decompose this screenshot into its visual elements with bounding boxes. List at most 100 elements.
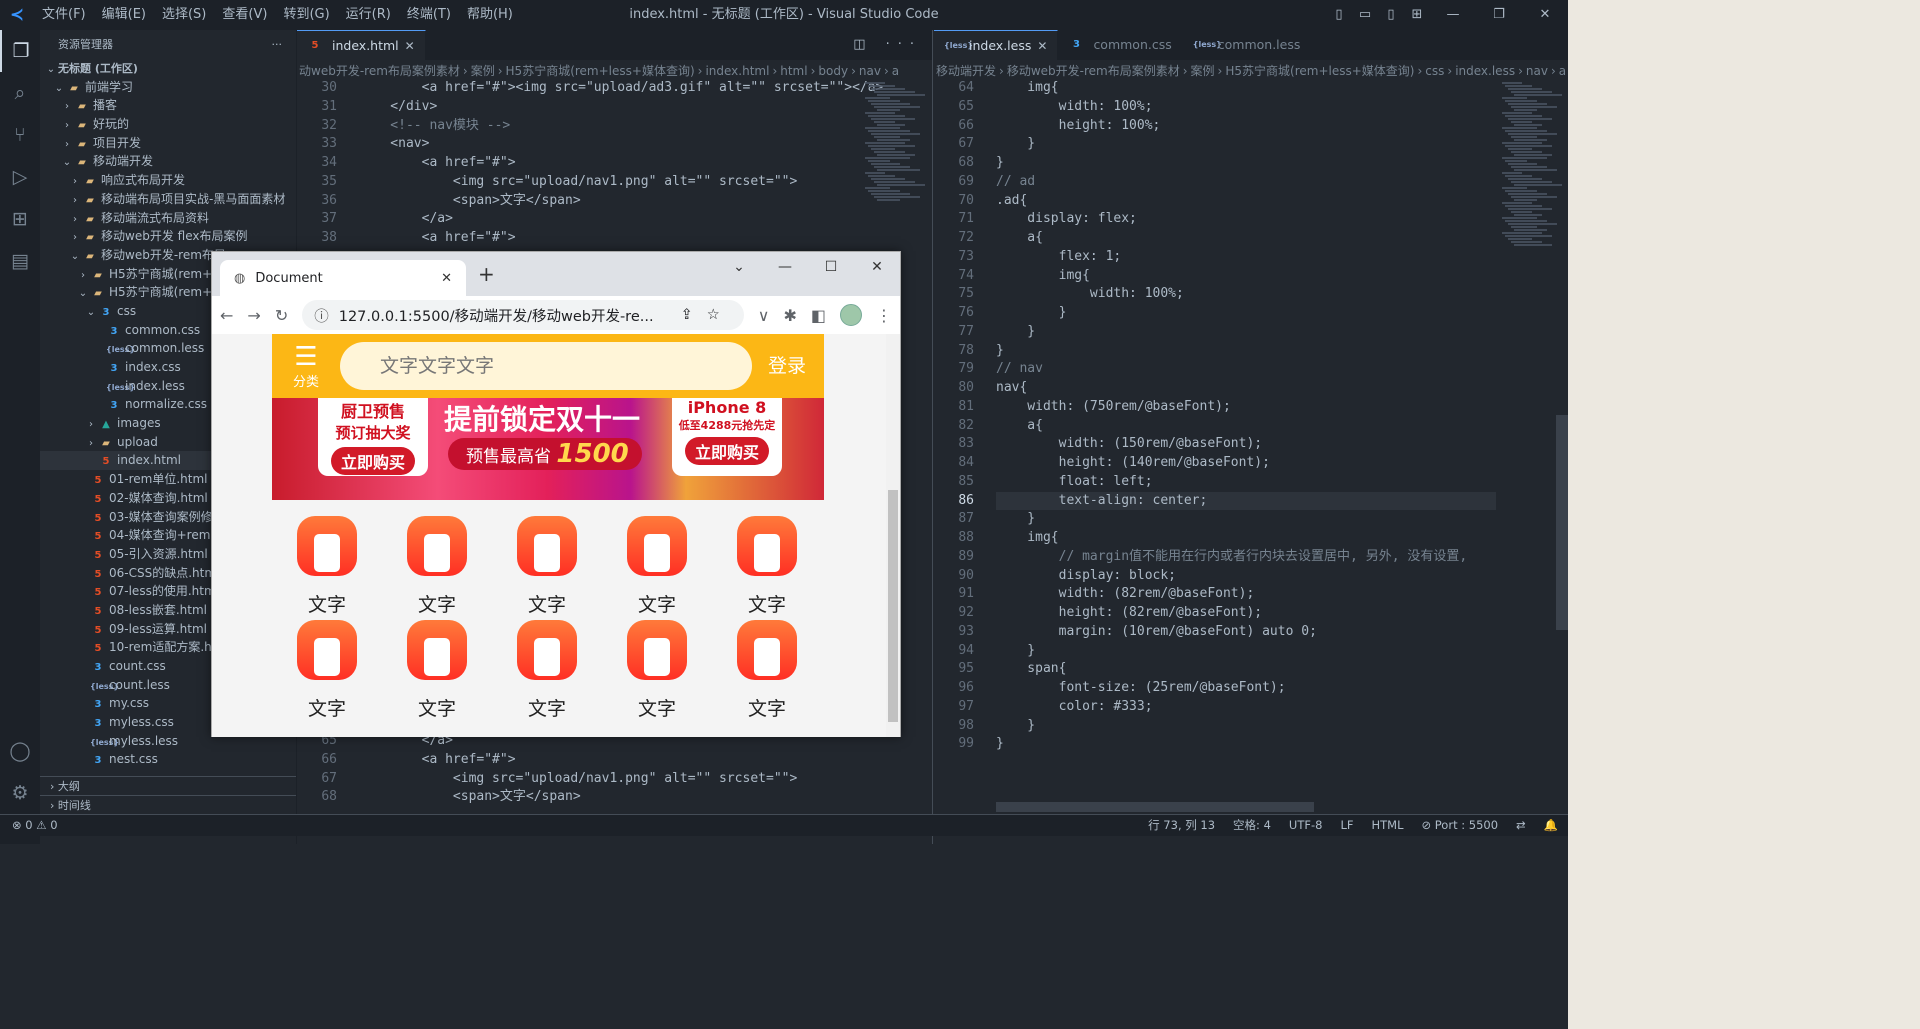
restore-button[interactable]: ❐ — [1476, 0, 1522, 30]
status-item[interactable]: 空格: 4 — [1233, 815, 1271, 836]
code-line[interactable]: // margin值不能用在行内或者行内块去设置居中, 另外, 没有设置, — [996, 548, 1468, 567]
status-item[interactable]: 🔔 — [1544, 815, 1558, 836]
menu-item[interactable]: 查看(V) — [214, 0, 275, 30]
code-line[interactable]: <span>文字</span> — [359, 192, 581, 211]
tree-item[interactable]: › ▰ 移动web开发 flex布局案例 — [40, 227, 296, 246]
vue-devtools-icon[interactable]: ∨ — [758, 306, 770, 325]
timeline-section[interactable]: › 时间线 — [40, 795, 296, 814]
code-line[interactable]: } — [996, 642, 1035, 661]
menu-item[interactable]: 文件(F) — [34, 0, 94, 30]
code-line[interactable]: width: 100%; — [996, 285, 1184, 304]
breadcrumb-item[interactable]: 移动web开发-rem布局案例素材 — [1007, 64, 1180, 78]
code-line[interactable]: <a href="#"> — [359, 751, 516, 770]
vertical-scrollbar[interactable] — [1556, 415, 1568, 630]
code-line[interactable]: text-align: center; — [996, 491, 1496, 511]
code-line[interactable]: height: (140rem/@baseFont); — [996, 454, 1270, 473]
close-tab-icon[interactable]: ✕ — [405, 31, 415, 61]
nav-item[interactable]: 文字 — [382, 516, 492, 617]
code-line[interactable]: width: (82rem/@baseFont); — [996, 585, 1255, 604]
close-button[interactable]: ✕ — [1522, 0, 1568, 30]
maximize-button[interactable]: ☐ — [808, 252, 854, 282]
code-line[interactable]: } — [996, 717, 1035, 736]
code-line[interactable]: color: #333; — [996, 698, 1153, 717]
menu-item[interactable]: 转到(G) — [275, 0, 337, 30]
tree-item[interactable]: › ▰ 移动端布局项目实战-黑马面面素材 — [40, 190, 296, 209]
search-icon[interactable]: ⌕ — [0, 72, 40, 114]
code-line[interactable]: <img src="upload/nav1.png" alt="" srcset… — [359, 173, 797, 192]
menu-item[interactable]: 编辑(E) — [94, 0, 154, 30]
nav-item[interactable]: 文字 — [602, 516, 712, 617]
breadcrumb-item[interactable]: nav — [1526, 64, 1548, 78]
extensions-icon[interactable]: ⊞ — [0, 198, 40, 240]
code-line[interactable]: } — [996, 304, 1067, 323]
code-line[interactable]: <img src="upload/nav1.png" alt="" srcset… — [359, 770, 797, 789]
breadcrumb-item[interactable]: a — [892, 64, 899, 78]
tree-item[interactable]: › ▰ 响应式布局开发 — [40, 171, 296, 190]
explorer-icon[interactable]: ❐ — [0, 30, 40, 72]
browser-tab[interactable]: ◍ Document ✕ — [220, 260, 466, 296]
code-line[interactable]: } — [996, 342, 1004, 361]
code-line[interactable]: // ad — [996, 173, 1035, 192]
toggle-sidebar-icon[interactable]: ▯ — [1326, 0, 1352, 30]
code-line[interactable]: display: flex; — [996, 210, 1137, 229]
close-tab-icon[interactable]: ✕ — [441, 271, 452, 286]
tree-item[interactable]: 3 nest.css — [40, 750, 296, 769]
menu-icon[interactable]: ⋮ — [876, 306, 892, 325]
nav-item[interactable]: 文字 — [492, 620, 602, 721]
tree-item[interactable]: › ▰ 播客 — [40, 96, 296, 115]
breadcrumb-item[interactable]: 移动端开发 — [936, 64, 996, 78]
menu-item[interactable]: 帮助(H) — [459, 0, 521, 30]
code-line[interactable]: <a href="#"> — [359, 154, 516, 173]
code-line[interactable]: width: 100%; — [996, 98, 1153, 117]
breadcrumb-item[interactable]: body — [818, 64, 848, 78]
tab-index-html[interactable]: 5 index.html ✕ — [297, 30, 426, 60]
tree-item[interactable]: › ▰ 移动端流式布局资料 — [40, 209, 296, 228]
code-line[interactable]: } — [996, 735, 1004, 754]
scroll-thumb[interactable] — [888, 490, 898, 722]
horizontal-scrollbar[interactable] — [996, 802, 1314, 812]
code-line[interactable]: a{ — [996, 417, 1043, 436]
source-control-icon[interactable]: ⑂ — [0, 114, 40, 156]
close-button[interactable]: ✕ — [854, 252, 900, 282]
code-line[interactable]: margin: (10rem/@baseFont) auto 0; — [996, 623, 1317, 642]
minimize-button[interactable]: — — [1430, 0, 1476, 30]
category-button[interactable]: ☰ 分类 — [272, 343, 340, 390]
code-line[interactable]: font-size: (25rem/@baseFont); — [996, 679, 1286, 698]
code-line[interactable]: nav{ — [996, 379, 1027, 398]
breadcrumb-item[interactable]: 案例 — [471, 64, 495, 78]
remote-explorer-icon[interactable]: ▤ — [0, 240, 40, 282]
back-icon[interactable]: ← — [220, 306, 233, 325]
menu-item[interactable]: 终端(T) — [399, 0, 459, 30]
outline-section[interactable]: › 大纲 — [40, 776, 296, 795]
settings-gear-icon[interactable]: ⚙ — [0, 772, 40, 814]
new-tab-icon[interactable]: + — [478, 262, 495, 286]
nav-item[interactable]: 文字 — [712, 516, 822, 617]
code-line[interactable]: // nav — [996, 360, 1043, 379]
code-line[interactable]: } — [996, 510, 1035, 529]
breadcrumb-item[interactable]: index.html — [705, 64, 769, 78]
code-line[interactable]: <nav> — [359, 135, 429, 154]
account-icon[interactable]: ◯ — [0, 730, 40, 772]
code-line[interactable]: img{ — [996, 267, 1090, 286]
ad-left-buy-button[interactable]: 立即购买 — [330, 447, 415, 475]
breadcrumb-item[interactable]: H5苏宁商城(rem+less+媒体查询) — [506, 64, 695, 78]
nav-item[interactable]: 文字 — [382, 620, 492, 721]
code-line[interactable]: <span>文字</span> — [359, 788, 581, 807]
code-line[interactable]: </div> — [359, 98, 437, 117]
code-line[interactable]: <!-- nav模块 --> — [359, 117, 510, 136]
menu-item[interactable]: 运行(R) — [338, 0, 399, 30]
breadcrumb-item[interactable]: 动web开发-rem布局案例素材 — [299, 64, 460, 78]
code-line[interactable]: <a href="#"> — [359, 229, 516, 248]
toggle-secondary-sidebar-icon[interactable]: ▯ — [1378, 0, 1404, 30]
tab-common-css[interactable]: 3 common.css — [1058, 30, 1183, 60]
breadcrumb-item[interactable]: 案例 — [1191, 64, 1215, 78]
workspace-root[interactable]: ⌄ 无标题 (工作区) — [40, 59, 296, 78]
tree-item[interactable]: ⌄ ▰ 移动端开发 — [40, 152, 296, 171]
extensions-icon[interactable]: ✱ — [783, 306, 796, 325]
ad-right-buy-button[interactable]: 立即购买 — [684, 437, 769, 465]
code-line[interactable]: width: (150rem/@baseFont); — [996, 435, 1263, 454]
breadcrumb-item[interactable]: css — [1425, 64, 1444, 78]
tree-item[interactable]: › ▰ 好玩的 — [40, 115, 296, 134]
status-item[interactable]: 行 73, 列 13 — [1148, 815, 1215, 836]
code-editor-less[interactable]: 64 img{65 width: 100%; 66 height: 100%; 67… — [934, 80, 1568, 822]
